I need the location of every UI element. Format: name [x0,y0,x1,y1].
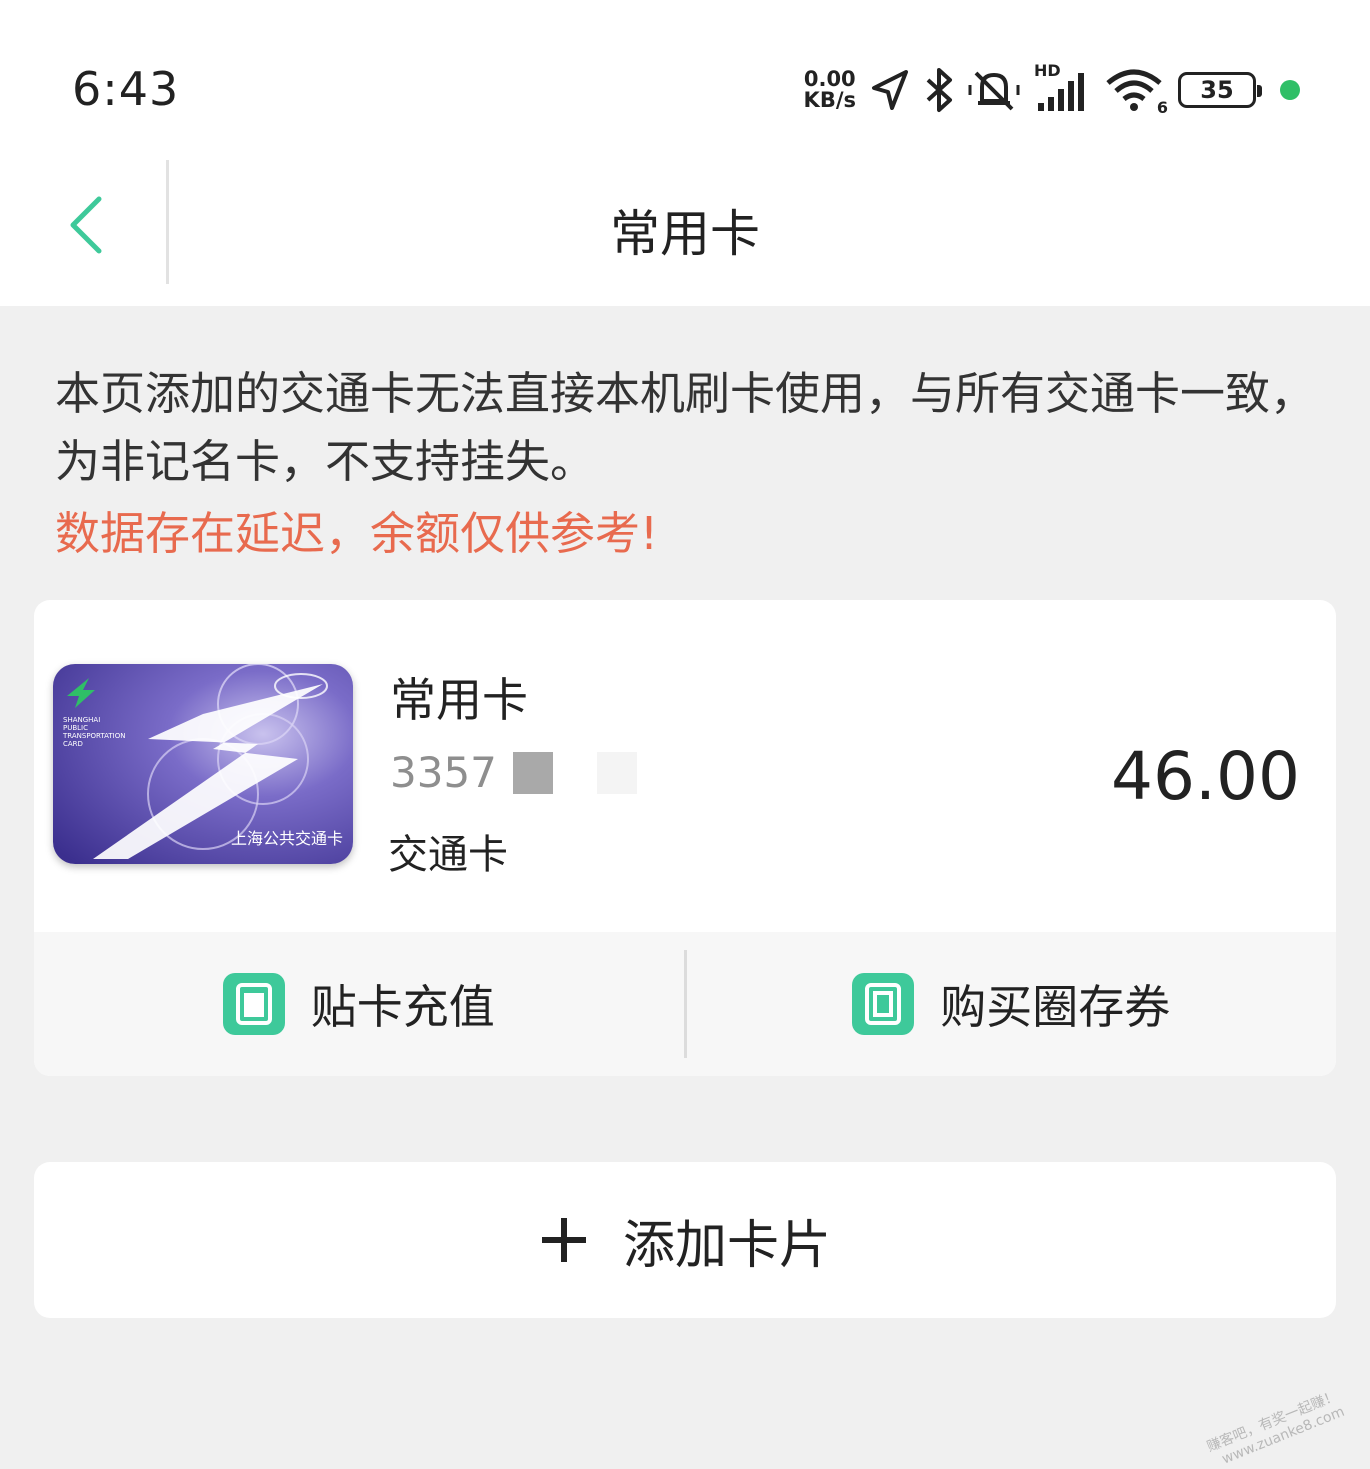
status-icons: 0.00 KB/s HD 6 35 [804,61,1300,118]
notice-text: 本页添加的交通卡无法直接本机刷卡使用，与所有交通卡一致，为非记名卡，不支持挂失。 [55,367,1316,488]
buy-voucher-button[interactable]: 购买圈存券 [687,932,1337,1076]
battery-icon: 35 [1178,72,1262,108]
svg-text:PUBLIC: PUBLIC [63,724,88,732]
bluetooth-icon [924,66,954,114]
card-number-mask [512,751,553,794]
mute-icon [968,67,1020,113]
status-time: 6:43 [72,62,180,116]
transit-card-image[interactable]: SHANGHAI PUBLIC TRANSPORTATION CARD 上海公共… [53,664,353,864]
card-actions: 贴卡充值 购买圈存券 [34,932,1336,1076]
card-name: 常用卡 [390,673,528,727]
card-panel: SHANGHAI PUBLIC TRANSPORTATION CARD 上海公共… [34,600,1336,1076]
location-icon [870,68,910,112]
cellular-signal-icon: HD [1034,61,1090,113]
card-balance: 46.00 [1111,738,1300,815]
buy-voucher-label: 购买圈存券 [940,980,1171,1034]
wifi-band-label: 6 [1156,98,1168,117]
card-number: 3357 [390,748,637,797]
card-type: 交通卡 [388,832,508,878]
net-speed-value: 0.00 [803,67,856,91]
add-card-label: 添加卡片 [622,1215,831,1276]
network-type-label: HD [1034,61,1061,80]
status-bar: 6:43 0.00 KB/s HD 6 35 [0,0,1370,160]
notice-warning: 数据存在延迟，余额仅供参考! [55,507,659,560]
recharge-button[interactable]: 贴卡充值 [34,932,684,1076]
recharge-label: 贴卡充值 [310,980,495,1034]
card-number-mask-light [596,751,637,794]
voucher-icon [852,973,915,1035]
svg-text:CARD: CARD [63,740,83,748]
battery-level: 35 [1200,76,1234,104]
svg-text:TRANSPORTATION: TRANSPORTATION [62,732,125,740]
net-speed: 0.00 KB/s [804,69,856,111]
plus-icon [541,1218,586,1262]
add-card-button[interactable]: 添加卡片 [34,1162,1336,1318]
app-header: 常用卡 [0,160,1370,306]
privacy-indicator [1280,80,1300,100]
recharge-card-icon [222,973,285,1035]
net-speed-unit: KB/s [803,88,856,112]
card-image-label: 上海公共交通卡 [231,829,343,848]
wifi-icon: 6 [1104,67,1168,117]
watermark: 赚客吧，有奖一起赚！ www.zuanke8.com [1205,1388,1348,1469]
page-title: 常用卡 [610,205,760,263]
card-number-prefix: 3357 [390,748,497,797]
card-image-text-top: SHANGHAI [63,716,100,724]
